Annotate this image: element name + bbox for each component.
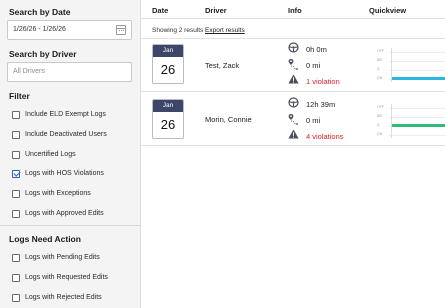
- filter-approved-edits[interactable]: Logs with Approved Edits: [12, 208, 104, 219]
- row-divider: [141, 38, 445, 39]
- header-divider: [141, 18, 445, 19]
- chart-gridline: [389, 61, 445, 62]
- chart-gridline: [389, 52, 445, 53]
- checkbox-checked[interactable]: [12, 169, 20, 178]
- chart-tick-label: OFF: [377, 105, 384, 109]
- column-header-date[interactable]: Date: [152, 6, 168, 15]
- column-header-driver[interactable]: Driver: [205, 6, 227, 15]
- row-divider: [141, 145, 445, 146]
- chart-tick-label: D: [377, 123, 380, 127]
- search-by-date-title: Search by Date: [9, 7, 71, 17]
- chart-tick-label: SB: [377, 114, 382, 118]
- quickview-chart[interactable]: OFF SB D ON: [377, 48, 445, 82]
- driver-name[interactable]: Morin, Connie: [205, 115, 252, 124]
- filter-label: Logs with Approved Edits: [25, 210, 104, 217]
- violation-count[interactable]: 1 violation: [306, 77, 340, 86]
- logs-need-action-title: Logs Need Action: [9, 234, 81, 244]
- steering-wheel-icon: [288, 97, 299, 108]
- quickview-chart[interactable]: OFF SB D ON: [377, 104, 445, 138]
- driver-name[interactable]: Test, Zack: [205, 61, 239, 70]
- date-day: 26: [160, 62, 176, 77]
- checkbox[interactable]: [12, 150, 20, 159]
- chart-tick-label: ON: [377, 132, 383, 136]
- route-pin-icon: [288, 59, 298, 70]
- checkbox[interactable]: [12, 253, 20, 262]
- date-month: Jan: [153, 45, 183, 57]
- violation-count[interactable]: 4 violations: [306, 132, 344, 141]
- search-by-driver-title: Search by Driver: [9, 49, 77, 59]
- distance: 0 mi: [306, 116, 321, 125]
- distance: 0 mi: [306, 61, 321, 70]
- filter-title: Filter: [9, 91, 30, 101]
- filter-label: Logs with Exceptions: [25, 190, 91, 197]
- filter-label: Logs with Pending Edits: [25, 254, 100, 261]
- chart-tick-label: ON: [377, 76, 383, 80]
- chart-status-bar: [392, 77, 445, 80]
- filter-label: Logs with Requested Edits: [25, 274, 108, 281]
- route-pin-icon: [288, 114, 298, 125]
- calendar-icon[interactable]: [116, 25, 126, 35]
- chart-tick-label: OFF: [377, 49, 384, 53]
- filter-exceptions[interactable]: Logs with Exceptions: [12, 188, 91, 199]
- date-day: 26: [160, 117, 176, 132]
- chart-axis: [391, 104, 392, 138]
- filter-label: Include ELD Exempt Logs: [25, 111, 106, 118]
- results-count: Showing 2 results: [152, 27, 204, 34]
- filter-label: Logs with HOS Violations: [25, 170, 104, 177]
- filter-eld-exempt[interactable]: Include ELD Exempt Logs: [12, 109, 106, 120]
- date-range-input[interactable]: 1/26/26 - 1/26/26: [7, 20, 132, 40]
- row-divider: [141, 91, 445, 92]
- column-header-info: Info: [288, 6, 302, 15]
- date-range-value: 1/26/26 - 1/26/26: [13, 26, 66, 33]
- filter-hos-violations[interactable]: Logs with HOS Violations: [12, 168, 104, 179]
- filter-requested-edits[interactable]: Logs with Requested Edits: [12, 272, 108, 283]
- filter-label: Uncertified Logs: [25, 151, 76, 158]
- export-results-link[interactable]: Export results: [205, 27, 245, 34]
- filter-rejected-edits[interactable]: Logs with Rejected Edits: [12, 292, 102, 303]
- warning-triangle-icon: [288, 74, 299, 84]
- sidebar-divider: [0, 225, 141, 226]
- logs-table: Date Driver Info Quickview Showing 2 res…: [141, 0, 445, 308]
- checkbox[interactable]: [12, 293, 20, 302]
- date-badge: Jan 26: [152, 44, 184, 84]
- checkbox[interactable]: [12, 110, 20, 119]
- chart-gridline: [389, 108, 445, 109]
- filter-sidebar: Search by Date 1/26/26 - 1/26/26 Search …: [0, 0, 141, 308]
- drive-time: 12h 39m: [306, 100, 336, 109]
- warning-triangle-icon: [288, 129, 299, 139]
- column-header-quickview: Quickview: [369, 6, 407, 15]
- checkbox[interactable]: [12, 189, 20, 198]
- chart-gridline: [389, 135, 445, 136]
- driver-search-placeholder: All Drivers: [13, 68, 45, 75]
- chart-gridline: [389, 70, 445, 71]
- date-month: Jan: [153, 100, 183, 112]
- filter-label: Include Deactivated Users: [25, 131, 107, 138]
- driver-search-input[interactable]: All Drivers: [7, 62, 132, 82]
- checkbox[interactable]: [12, 209, 20, 218]
- chart-tick-label: D: [377, 67, 380, 71]
- date-badge: Jan 26: [152, 99, 184, 139]
- filter-label: Logs with Rejected Edits: [25, 294, 102, 301]
- filter-pending-edits[interactable]: Logs with Pending Edits: [12, 252, 100, 263]
- filter-uncertified[interactable]: Uncertified Logs: [12, 149, 76, 160]
- checkbox[interactable]: [12, 130, 20, 139]
- filter-deactivated-users[interactable]: Include Deactivated Users: [12, 129, 107, 140]
- chart-tick-label: SB: [377, 58, 382, 62]
- chart-gridline: [389, 117, 445, 118]
- steering-wheel-icon: [288, 42, 299, 53]
- drive-time: 0h 0m: [306, 45, 327, 54]
- checkbox[interactable]: [12, 273, 20, 282]
- chart-status-bar: [392, 124, 445, 127]
